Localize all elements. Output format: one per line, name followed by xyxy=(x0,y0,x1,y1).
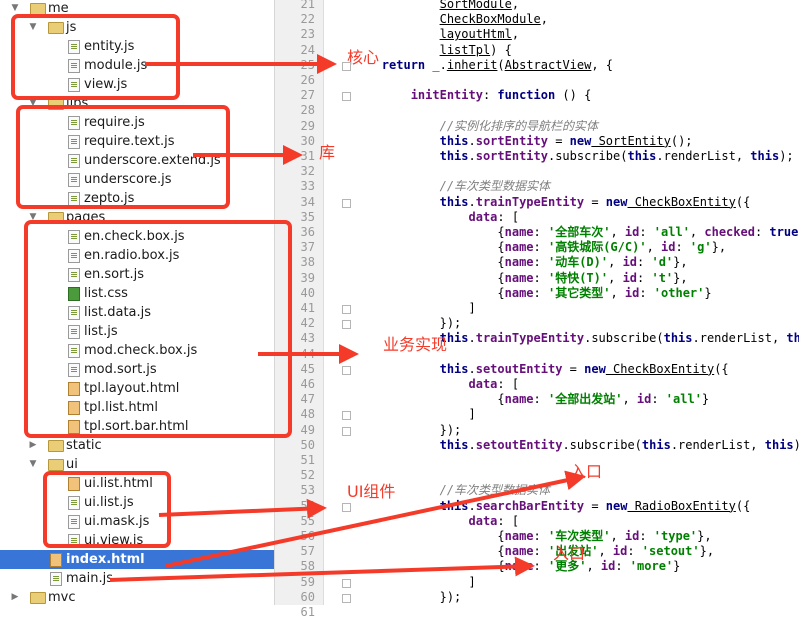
fold-marker-icon[interactable] xyxy=(342,411,351,421)
annotation-ui-components: UI组件 xyxy=(347,482,396,501)
fold-marker-icon[interactable] xyxy=(342,426,351,436)
fold-marker-icon[interactable] xyxy=(342,593,351,603)
annotation-libs: 库 xyxy=(319,143,336,162)
fold-marker-icon[interactable] xyxy=(342,578,351,588)
fold-marker-icon[interactable] xyxy=(342,305,351,314)
annotation-entry-1: 入口 xyxy=(570,462,603,481)
fold-marker-icon[interactable] xyxy=(342,365,351,375)
annotation-entry-2: 入口 xyxy=(553,544,586,563)
annotation-arrows xyxy=(109,54,586,582)
annotation-business: 业务实现 xyxy=(383,335,448,354)
fold-marker-icon[interactable] xyxy=(342,198,351,208)
fold-marker-icon[interactable] xyxy=(342,92,351,102)
entry-arrow-2 xyxy=(109,556,535,582)
fold-marker-icon[interactable] xyxy=(342,502,351,512)
annotation-core: 核心 xyxy=(347,48,380,67)
line-number: 61 xyxy=(300,605,315,619)
fold-marker-icon[interactable] xyxy=(342,61,351,71)
ui-arrow xyxy=(158,498,327,519)
fold-marker-icon[interactable] xyxy=(342,320,351,330)
